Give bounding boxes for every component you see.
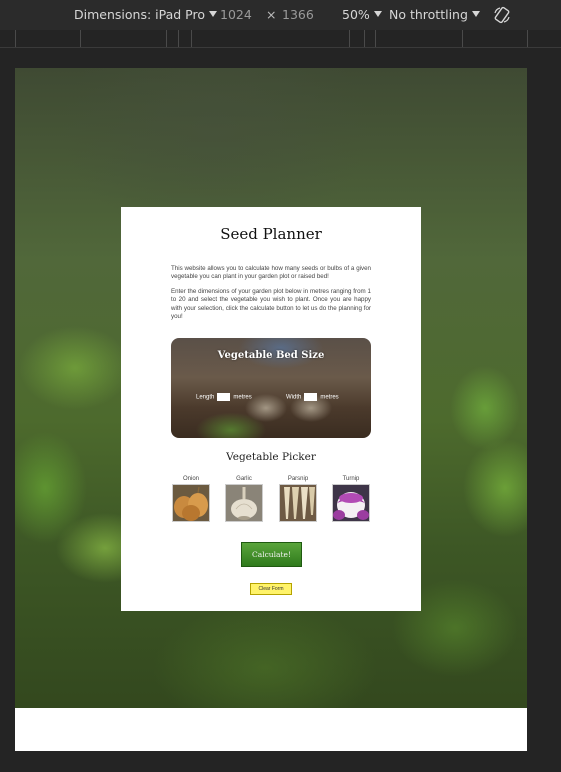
width-unit: metres xyxy=(320,394,339,401)
intro-text: This website allows you to calculate how… xyxy=(171,265,371,327)
width-field-group: Width metres xyxy=(286,393,339,401)
ruler-tick xyxy=(178,30,179,47)
page-title: Seed Planner xyxy=(220,225,322,243)
chevron-down-icon xyxy=(373,11,382,17)
ruler-tick xyxy=(191,30,192,47)
intro-paragraph: This website allows you to calculate how… xyxy=(171,265,371,281)
throttling-select[interactable]: No throttling xyxy=(389,7,480,22)
calculate-button[interactable]: Calculate! xyxy=(241,542,302,567)
ruler-tick xyxy=(462,30,463,47)
garlic-image xyxy=(225,484,263,522)
parsnip-image xyxy=(279,484,317,522)
turnip-image xyxy=(332,484,370,522)
vegetable-name: Parsnip xyxy=(287,476,309,482)
vegetable-bed-section: Vegetable Bed Size Length metres Width met… xyxy=(171,338,371,438)
ruler-tick xyxy=(375,30,376,47)
device-viewport: Seed Planner This website allows you to … xyxy=(15,68,527,751)
times-symbol: × xyxy=(266,7,277,22)
planner-card: Seed Planner This website allows you to … xyxy=(121,207,421,611)
width-input[interactable]: 1024 xyxy=(220,7,252,22)
length-label: Length xyxy=(196,394,215,401)
width-input[interactable] xyxy=(304,393,318,401)
zoom-value: 50% xyxy=(342,7,370,22)
device-toolbar: Dimensions: iPad Pro 1024 × 1366 50% No … xyxy=(0,0,561,31)
rotate-icon[interactable] xyxy=(492,5,512,25)
zoom-select[interactable]: 50% xyxy=(342,7,382,22)
width-label: Width xyxy=(286,394,302,401)
vegetable-name: Onion xyxy=(182,476,199,482)
ruler-tick xyxy=(166,30,167,47)
ruler-tick xyxy=(364,30,365,47)
intro-paragraph: Enter the dimensions of your garden plot… xyxy=(171,287,371,321)
ruler-tick xyxy=(80,30,81,47)
length-unit: metres xyxy=(233,394,252,401)
throttling-value: No throttling xyxy=(389,7,468,22)
vegetable-option-onion[interactable]: Onion xyxy=(171,476,211,522)
vegetable-name: Turnip xyxy=(342,476,360,482)
chevron-down-icon xyxy=(209,11,217,17)
clear-form-button[interactable]: Clear Form xyxy=(250,583,292,595)
vegetable-option-turnip[interactable]: Turnip xyxy=(331,476,371,522)
bed-title: Vegetable Bed Size xyxy=(217,350,325,361)
vegetable-name: Garlic xyxy=(236,476,252,482)
onion-image xyxy=(172,484,210,522)
ruler-tick xyxy=(15,30,16,47)
picker-title: Vegetable Picker xyxy=(226,451,316,463)
media-query-ruler xyxy=(0,30,561,48)
device-select[interactable]: Dimensions: iPad Pro xyxy=(74,7,217,22)
vegetable-option-parsnip[interactable]: Parsnip xyxy=(278,476,318,522)
ruler-tick xyxy=(527,30,528,47)
chevron-down-icon xyxy=(471,11,480,17)
height-input[interactable]: 1366 xyxy=(282,7,314,22)
length-field-group: Length metres xyxy=(196,393,252,401)
ruler-tick xyxy=(349,30,350,47)
vegetable-option-garlic[interactable]: Garlic xyxy=(224,476,264,522)
length-input[interactable] xyxy=(217,393,231,401)
device-label: Dimensions: iPad Pro xyxy=(74,7,205,22)
